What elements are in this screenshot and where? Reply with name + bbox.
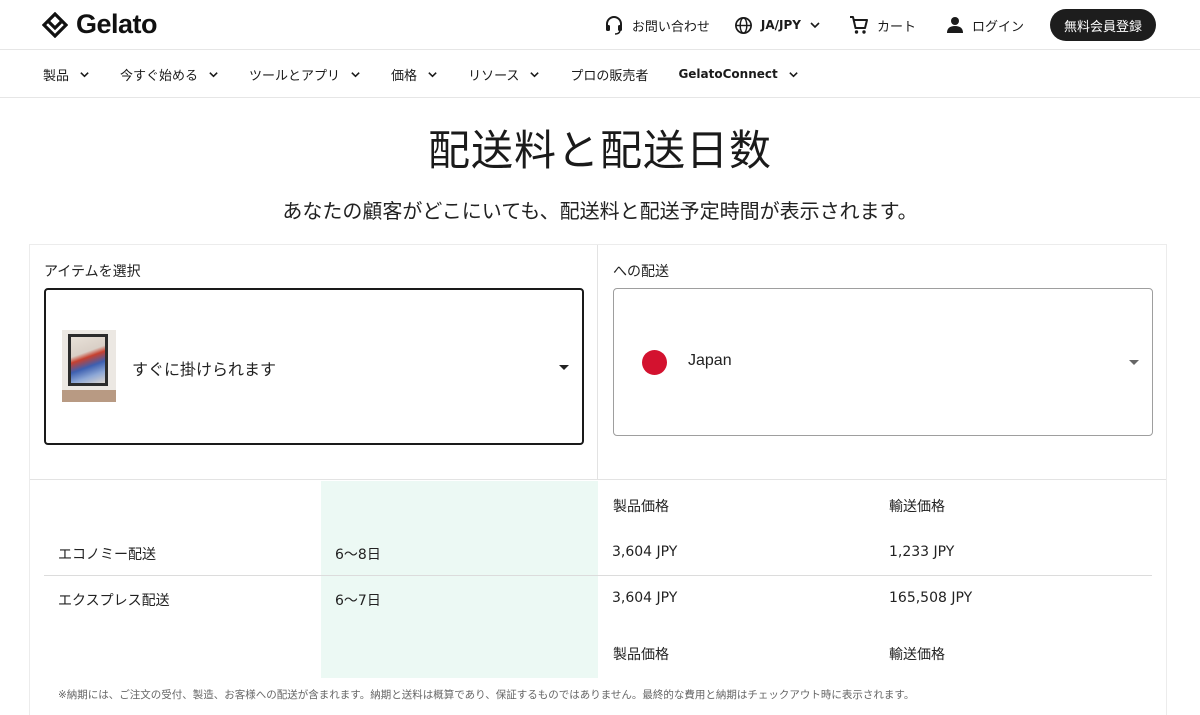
cart-link[interactable]: カート xyxy=(849,15,916,35)
nav-item-label: プロの販売者 xyxy=(570,68,649,84)
chevron-down-icon xyxy=(789,71,798,77)
main-nav: 製品 今すぐ始める ツールとアプリ 価格 リソース プロの販売者 GelatoC… xyxy=(0,51,1200,98)
nav-item-resources[interactable]: リソース xyxy=(468,65,540,84)
nav-item-label: リソース xyxy=(468,68,520,84)
nav-item-products[interactable]: 製品 xyxy=(43,65,90,84)
shipping-calculator: アイテムを選択 すぐに掛けられます への配送 Japan 製品価格 輸送価格 エ… xyxy=(29,244,1167,715)
contact-label: お問い合わせ xyxy=(631,19,710,35)
nav-item-get-started[interactable]: 今すぐ始める xyxy=(120,65,219,84)
nav-item-label: 製品 xyxy=(43,68,70,84)
product-price-header: 製品価格 xyxy=(613,499,669,515)
shipping-price-header: 輸送価格 xyxy=(889,499,945,515)
destination-select-value: Japan xyxy=(688,352,732,369)
shipping-price-express: 165,508 JPY xyxy=(889,590,973,606)
caret-down-icon xyxy=(1129,360,1139,365)
signup-button[interactable]: 無料会員登録 xyxy=(1049,9,1156,41)
page-title: 配送料と配送日数 xyxy=(427,126,772,175)
language-label: JA/JPY xyxy=(760,18,801,32)
item-select-label: アイテムを選択 xyxy=(44,264,141,280)
chevron-down-icon xyxy=(209,71,218,77)
chevron-down-icon xyxy=(351,71,360,77)
row-divider xyxy=(44,575,1152,576)
chevron-down-icon xyxy=(530,71,540,77)
destination-select-label: への配送 xyxy=(613,264,669,280)
shipping-method-economy: エコノミー配送 xyxy=(58,547,156,563)
product-price-express: 3,604 JPY xyxy=(612,590,678,606)
user-icon xyxy=(946,17,963,33)
shipping-price-header-bottom: 輸送価格 xyxy=(889,647,945,663)
delivery-days-economy: 6〜8日 xyxy=(335,547,381,563)
contact-link[interactable]: お問い合わせ xyxy=(604,15,710,35)
japan-flag-icon xyxy=(642,350,667,375)
thumbnail-floor xyxy=(62,390,116,402)
cart-icon xyxy=(849,16,868,34)
nav-item-label: 今すぐ始める xyxy=(120,68,199,84)
page-subtitle: あなたの顧客がどこにいても、配送料と配送予定時間が表示されます。 xyxy=(282,199,918,223)
shipping-method-express: エクスプレス配送 xyxy=(58,593,170,609)
language-selector[interactable]: JA/JPY xyxy=(734,16,821,35)
divider xyxy=(597,245,598,480)
logo-text: Gelato xyxy=(76,9,158,39)
top-bar: Gelato お問い合わせ JA/JPY カート ログイン 無料会員登録 xyxy=(0,0,1200,50)
nav-item-pro-sellers[interactable]: プロの販売者 xyxy=(570,65,648,84)
top-links: お問い合わせ JA/JPY カート ログイン 無料会員登録 xyxy=(604,0,1156,50)
selector-area: アイテムを選択 すぐに掛けられます への配送 Japan xyxy=(30,245,1166,480)
destination-select-dropdown[interactable]: Japan xyxy=(613,288,1153,436)
delivery-days-express: 6〜7日 xyxy=(335,593,381,609)
logo[interactable]: Gelato xyxy=(42,9,158,40)
product-thumbnail xyxy=(62,330,116,402)
nav-item-pricing[interactable]: 価格 xyxy=(391,65,438,84)
delivery-footnote: ※納期には、ご注文の受付、製造、お客様への配送が含まれます。納期と送料は概算であ… xyxy=(58,689,915,701)
cart-label: カート xyxy=(876,19,916,35)
shipping-price-economy: 1,233 JPY xyxy=(889,544,955,560)
thumbnail-art xyxy=(71,337,105,383)
product-price-economy: 3,604 JPY xyxy=(612,544,678,560)
nav-item-gelatoconnect[interactable]: GelatoConnect xyxy=(678,67,798,81)
caret-down-icon xyxy=(559,365,569,370)
nav-item-label: ツールとアプリ xyxy=(249,68,341,84)
item-select-dropdown[interactable]: すぐに掛けられます xyxy=(44,288,584,445)
nav-item-tools-apps[interactable]: ツールとアプリ xyxy=(249,65,361,84)
nav-item-label: GelatoConnect xyxy=(678,67,778,81)
headset-icon xyxy=(605,16,622,35)
chevron-down-icon xyxy=(80,71,89,77)
product-price-header-bottom: 製品価格 xyxy=(613,647,669,663)
item-select-value: すぐに掛けられます xyxy=(132,360,277,379)
gelato-logo-icon xyxy=(42,11,68,38)
login-link[interactable]: ログイン xyxy=(946,16,1024,35)
globe-icon xyxy=(734,16,752,34)
nav-item-label: 価格 xyxy=(391,68,418,84)
delivery-days-column xyxy=(321,481,598,678)
chevron-down-icon xyxy=(428,71,437,77)
login-label: ログイン xyxy=(971,19,1024,35)
chevron-down-icon xyxy=(810,22,820,29)
